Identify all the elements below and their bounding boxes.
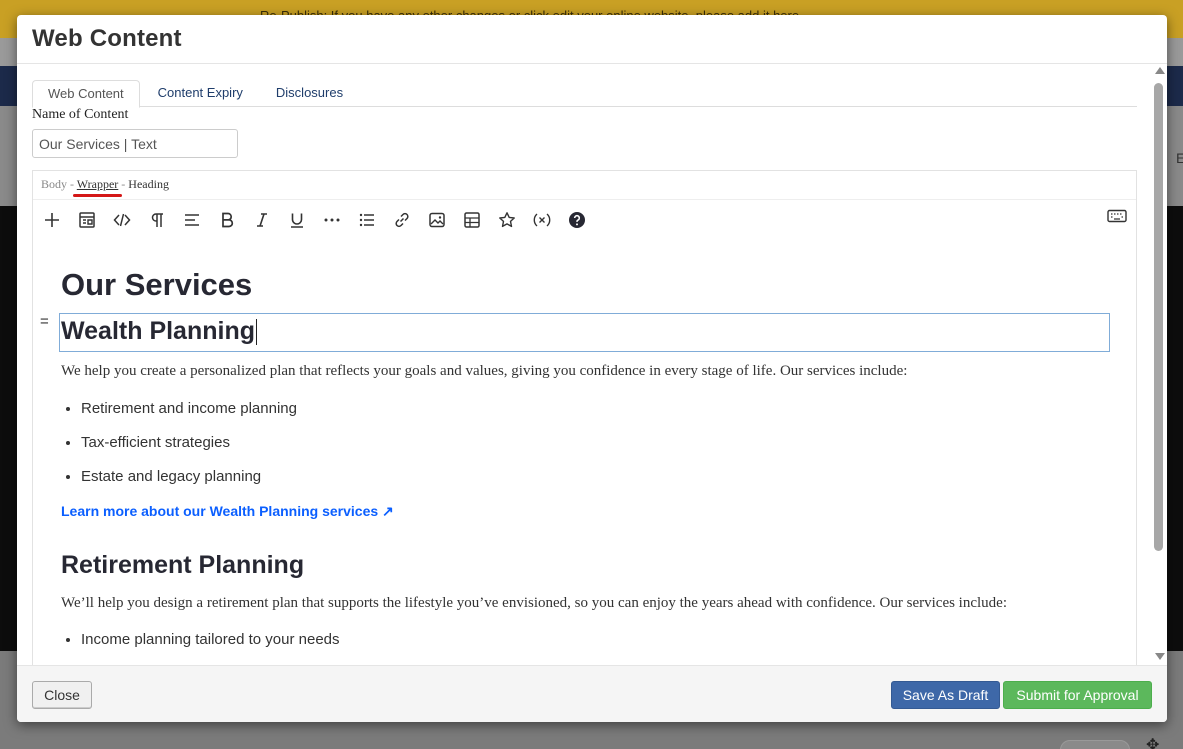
background-pill: [1060, 740, 1130, 749]
breadcrumb-wrapper[interactable]: Wrapper: [77, 177, 119, 191]
star-icon[interactable]: [494, 207, 520, 233]
source-code-icon[interactable]: [109, 207, 135, 233]
tab-bar: Web Content Content Expiry Disclosures: [32, 80, 1137, 108]
modal-footer: Close Save As Draft Submit for Approval: [17, 665, 1167, 722]
image-icon[interactable]: [424, 207, 450, 233]
submit-for-approval-button[interactable]: Submit for Approval: [1003, 681, 1152, 709]
name-of-content-label: Name of Content: [32, 107, 129, 122]
breadcrumb-body[interactable]: Body: [41, 177, 67, 191]
scroll-up-arrow-icon[interactable]: [1155, 67, 1165, 74]
list-item[interactable]: Retirement and income planning: [81, 399, 297, 433]
services-list: Retirement and income planning Tax-effic…: [81, 399, 297, 501]
keyboard-icon[interactable]: [1107, 209, 1127, 228]
name-of-content-input[interactable]: [32, 129, 238, 158]
plus-icon[interactable]: [39, 207, 65, 233]
rich-text-editor[interactable]: Body - Wrapper - Heading Our Services = …: [32, 170, 1137, 665]
tab-content-expiry[interactable]: Content Expiry: [143, 80, 258, 107]
editor-content[interactable]: Our Services = Wealth Planning We help y…: [33, 239, 1136, 665]
list-item[interactable]: Tax-efficient strategies: [81, 433, 297, 467]
tab-web-content[interactable]: Web Content: [32, 80, 140, 108]
modal-scrollbar[interactable]: [1151, 67, 1167, 665]
save-as-draft-button[interactable]: Save As Draft: [891, 681, 1000, 709]
section-title-wealth-planning[interactable]: Wealth Planning: [61, 317, 257, 346]
align-icon[interactable]: [179, 207, 205, 233]
bold-icon[interactable]: [214, 207, 240, 233]
element-path-breadcrumb: Body - Wrapper - Heading: [33, 171, 1136, 200]
services-list: Income planning tailored to your needs: [81, 630, 340, 664]
modal-header: Web Content: [17, 15, 1167, 64]
breadcrumb-separator: -: [118, 177, 129, 191]
scroll-thumb[interactable]: [1154, 83, 1163, 551]
tab-disclosures[interactable]: Disclosures: [261, 80, 358, 107]
variable-icon[interactable]: [529, 207, 555, 233]
section-intro-paragraph[interactable]: We’ll help you design a retirement plan …: [61, 595, 1007, 612]
more-icon[interactable]: [319, 207, 345, 233]
section-title-retirement-planning[interactable]: Retirement Planning: [61, 551, 304, 580]
drag-handle-icon[interactable]: =: [40, 313, 49, 330]
web-content-modal: Web Content Web Content Content Expiry D…: [17, 15, 1167, 722]
list-item[interactable]: Estate and legacy planning: [81, 467, 297, 501]
content-heading[interactable]: Our Services: [61, 267, 252, 303]
list-item[interactable]: Income planning tailored to your needs: [81, 630, 340, 664]
editor-toolbar: [33, 201, 1136, 239]
section-intro-paragraph[interactable]: We help you create a personalized plan t…: [61, 363, 907, 380]
move-icon: ✥: [1146, 737, 1160, 749]
scroll-down-arrow-icon[interactable]: [1155, 653, 1165, 660]
section-title-text: Wealth Planning: [61, 317, 255, 345]
table-icon[interactable]: [459, 207, 485, 233]
modal-title: Web Content: [32, 25, 182, 52]
breadcrumb-separator: -: [67, 177, 77, 191]
italic-icon[interactable]: [249, 207, 275, 233]
underline-icon[interactable]: [284, 207, 310, 233]
breadcrumb-heading[interactable]: Heading: [128, 177, 169, 191]
modal-body: Web Content Content Expiry Disclosures N…: [17, 65, 1167, 665]
help-icon[interactable]: [564, 207, 590, 233]
text-cursor: [256, 319, 257, 346]
background-side-letter: E: [1176, 150, 1183, 166]
fragment-icon[interactable]: [74, 207, 100, 233]
link-icon[interactable]: [389, 207, 415, 233]
paragraph-icon[interactable]: [144, 207, 170, 233]
list-icon[interactable]: [354, 207, 380, 233]
close-button[interactable]: Close: [32, 681, 92, 709]
wealth-planning-link[interactable]: Learn more about our Wealth Planning ser…: [61, 503, 394, 520]
